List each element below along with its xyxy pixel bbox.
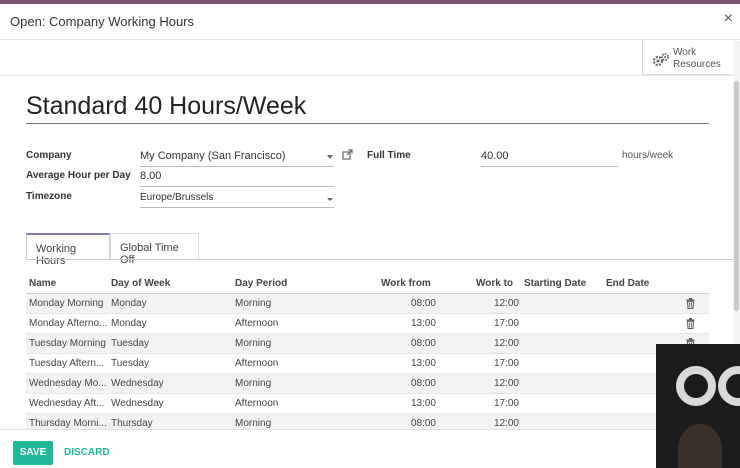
close-icon[interactable]: × [724,10,733,28]
cell-work-to: 12:00 [493,298,519,309]
col-day-period[interactable]: Day Period [235,278,287,289]
cell-work-from: 13:00 [410,398,436,409]
logo-ring [676,366,716,406]
tab-working-hours[interactable]: Working Hours [26,233,110,267]
table-row[interactable]: Wednesday Aft... Wednesday Afternoon 13:00 1… [26,394,709,414]
tabs-divider [26,259,733,260]
col-work-to[interactable]: Work to [476,278,513,289]
full-time-unit: hours/week [622,150,674,161]
timezone-label: Timezone [26,191,72,202]
cell-day-of-week: Wednesday [111,378,164,389]
cell-work-from: 13:00 [410,318,436,329]
avg-hour-input[interactable]: 8.00 [140,170,161,182]
work-resources-line2: Resources [673,59,721,70]
cell-work-to: 17:00 [493,318,519,329]
save-button[interactable]: SAVE [13,441,53,465]
presenter-image [678,424,722,468]
cell-day-period: Afternoon [235,398,279,409]
logo-ring [718,366,740,406]
full-time-underline [481,166,618,167]
cell-day-of-week: Monday [111,318,147,329]
company-underline [140,166,334,167]
record-name-underline [26,123,709,124]
dialog-header: Open: Company Working Hours × [0,4,740,40]
col-name[interactable]: Name [29,278,56,289]
discard-button[interactable]: DISCARD [64,447,110,458]
company-caret-icon[interactable] [327,155,333,159]
avg-hour-label: Average Hour per Day [26,170,131,181]
timezone-select[interactable]: Europe/Brussels [140,192,213,203]
work-resources-button[interactable]: Work Resources [642,40,732,75]
cell-name: Wednesday Mo... [29,378,107,389]
full-time-label: Full Time [367,150,411,161]
cell-day-period: Afternoon [235,358,279,369]
table-row[interactable]: Monday Morning Monday Morning 08:00 12:00 [26,294,709,314]
cell-work-from: 08:00 [410,298,436,309]
col-work-from[interactable]: Work from [381,278,431,289]
cell-day-of-week: Monday [111,298,147,309]
trash-icon[interactable] [686,318,695,329]
timezone-underline [140,207,334,208]
cell-work-from: 08:00 [410,418,436,429]
cell-work-to: 12:00 [493,418,519,429]
col-starting-date[interactable]: Starting Date [524,278,586,289]
company-label: Company [26,150,72,161]
table-row[interactable]: Monday Afterno... Monday Afternoon 13:00 17:… [26,314,709,334]
col-day-of-week[interactable]: Day of Week [111,278,170,289]
full-time-input[interactable]: 40.00 [481,150,509,162]
cell-work-to: 12:00 [493,378,519,389]
table-row[interactable]: Tuesday Morning Tuesday Morning 08:00 12:00 [26,334,709,354]
cell-name: Tuesday Morning [29,338,106,349]
form-sheet-top [0,75,733,76]
dialog-title: Open: Company Working Hours [10,14,195,29]
cell-day-of-week: Wednesday [111,398,164,409]
cell-day-period: Morning [235,338,272,349]
dialog: Open: Company Working Hours × Work Resou… [0,4,740,468]
trash-icon[interactable] [686,298,695,309]
webcam-overlay [656,344,740,468]
timezone-caret-icon[interactable] [327,198,333,201]
company-select[interactable]: My Company (San Francisco) [140,150,286,162]
table-row[interactable]: Wednesday Mo... Wednesday Morning 08:00 12:0… [26,374,709,394]
record-name[interactable]: Standard 40 Hours/Week [26,92,306,121]
cell-name: Monday Afterno... [29,318,108,329]
dialog-footer: SAVE DISCARD [0,429,740,468]
work-resources-line1: Work [673,47,697,58]
cell-work-from: 13:00 [410,358,436,369]
scrollbar-thumb[interactable] [734,81,739,311]
external-link-icon[interactable] [342,149,353,160]
cell-name: Thursday Morni... [29,418,107,429]
cell-day-period: Morning [235,298,272,309]
cell-work-from: 08:00 [410,338,436,349]
cell-day-period: Morning [235,378,272,389]
cell-name: Monday Morning [29,298,104,309]
table-row[interactable]: Tuesday Aftern... Tuesday Afternoon 13:00 17… [26,354,709,374]
cell-day-of-week: Tuesday [111,358,149,369]
cell-name: Tuesday Aftern... [29,358,105,369]
cell-name: Wednesday Aft... [29,398,105,409]
col-end-date[interactable]: End Date [606,278,649,289]
cell-day-period: Afternoon [235,318,279,329]
cell-work-to: 17:00 [493,398,519,409]
cell-work-to: 17:00 [493,358,519,369]
cell-work-from: 08:00 [410,378,436,389]
cell-day-of-week: Thursday [111,418,153,429]
cell-day-period: Morning [235,418,272,429]
avg-hour-underline [140,186,334,187]
tab-global-time-off[interactable]: Global Time Off [110,233,199,266]
gears-icon [652,53,669,67]
work-resources-label: Work Resources [673,47,727,71]
cell-work-to: 12:00 [493,338,519,349]
cell-day-of-week: Tuesday [111,338,149,349]
